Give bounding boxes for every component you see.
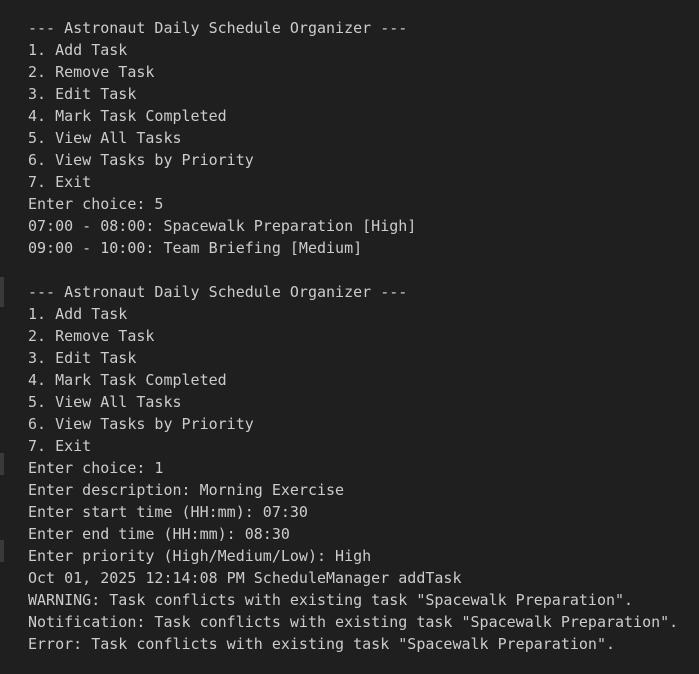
menu-option-remove-task: 2. Remove Task [28, 63, 155, 81]
error-message: Error: Task conflicts with existing task… [28, 635, 615, 653]
task-entry: 07:00 - 08:00: Spacewalk Preparation [Hi… [28, 217, 417, 235]
menu-title: --- Astronaut Daily Schedule Organizer -… [28, 19, 408, 37]
menu-option-edit-task: 3. Edit Task [28, 349, 137, 367]
warning-message: WARNING: Task conflicts with existing ta… [28, 591, 634, 609]
notification-message: Notification: Task conflicts with existi… [28, 613, 679, 631]
task-entry: 09:00 - 10:00: Team Briefing [Medium] [28, 239, 363, 257]
menu-option-view-all: 5. View All Tasks [28, 129, 182, 147]
choice-prompt: Enter choice: 1 [28, 459, 164, 477]
priority-prompt: Enter priority (High/Medium/Low): High [28, 547, 372, 565]
menu-option-exit: 7. Exit [28, 437, 92, 455]
choice-prompt: Enter choice: 5 [28, 195, 164, 213]
menu-title: --- Astronaut Daily Schedule Organizer -… [28, 283, 408, 301]
end-time-prompt: Enter end time (HH:mm): 08:30 [28, 525, 290, 543]
gutter-marker [0, 277, 4, 307]
menu-option-exit: 7. Exit [28, 173, 92, 191]
gutter [0, 0, 6, 674]
menu-option-mark-completed: 4. Mark Task Completed [28, 371, 227, 389]
terminal-output[interactable]: --- Astronaut Daily Schedule Organizer -… [0, 0, 699, 674]
menu-option-add-task: 1. Add Task [28, 305, 128, 323]
log-timestamp: Oct 01, 2025 12:14:08 PM ScheduleManager… [28, 569, 462, 587]
menu-option-mark-completed: 4. Mark Task Completed [28, 107, 227, 125]
menu-option-view-by-priority: 6. View Tasks by Priority [28, 415, 254, 433]
gutter-marker [0, 540, 4, 562]
menu-option-add-task: 1. Add Task [28, 41, 128, 59]
menu-option-view-by-priority: 6. View Tasks by Priority [28, 151, 254, 169]
menu-option-edit-task: 3. Edit Task [28, 85, 137, 103]
start-time-prompt: Enter start time (HH:mm): 07:30 [28, 503, 308, 521]
menu-option-remove-task: 2. Remove Task [28, 327, 155, 345]
description-prompt: Enter description: Morning Exercise [28, 481, 345, 499]
gutter-marker [0, 453, 4, 475]
menu-option-view-all: 5. View All Tasks [28, 393, 182, 411]
